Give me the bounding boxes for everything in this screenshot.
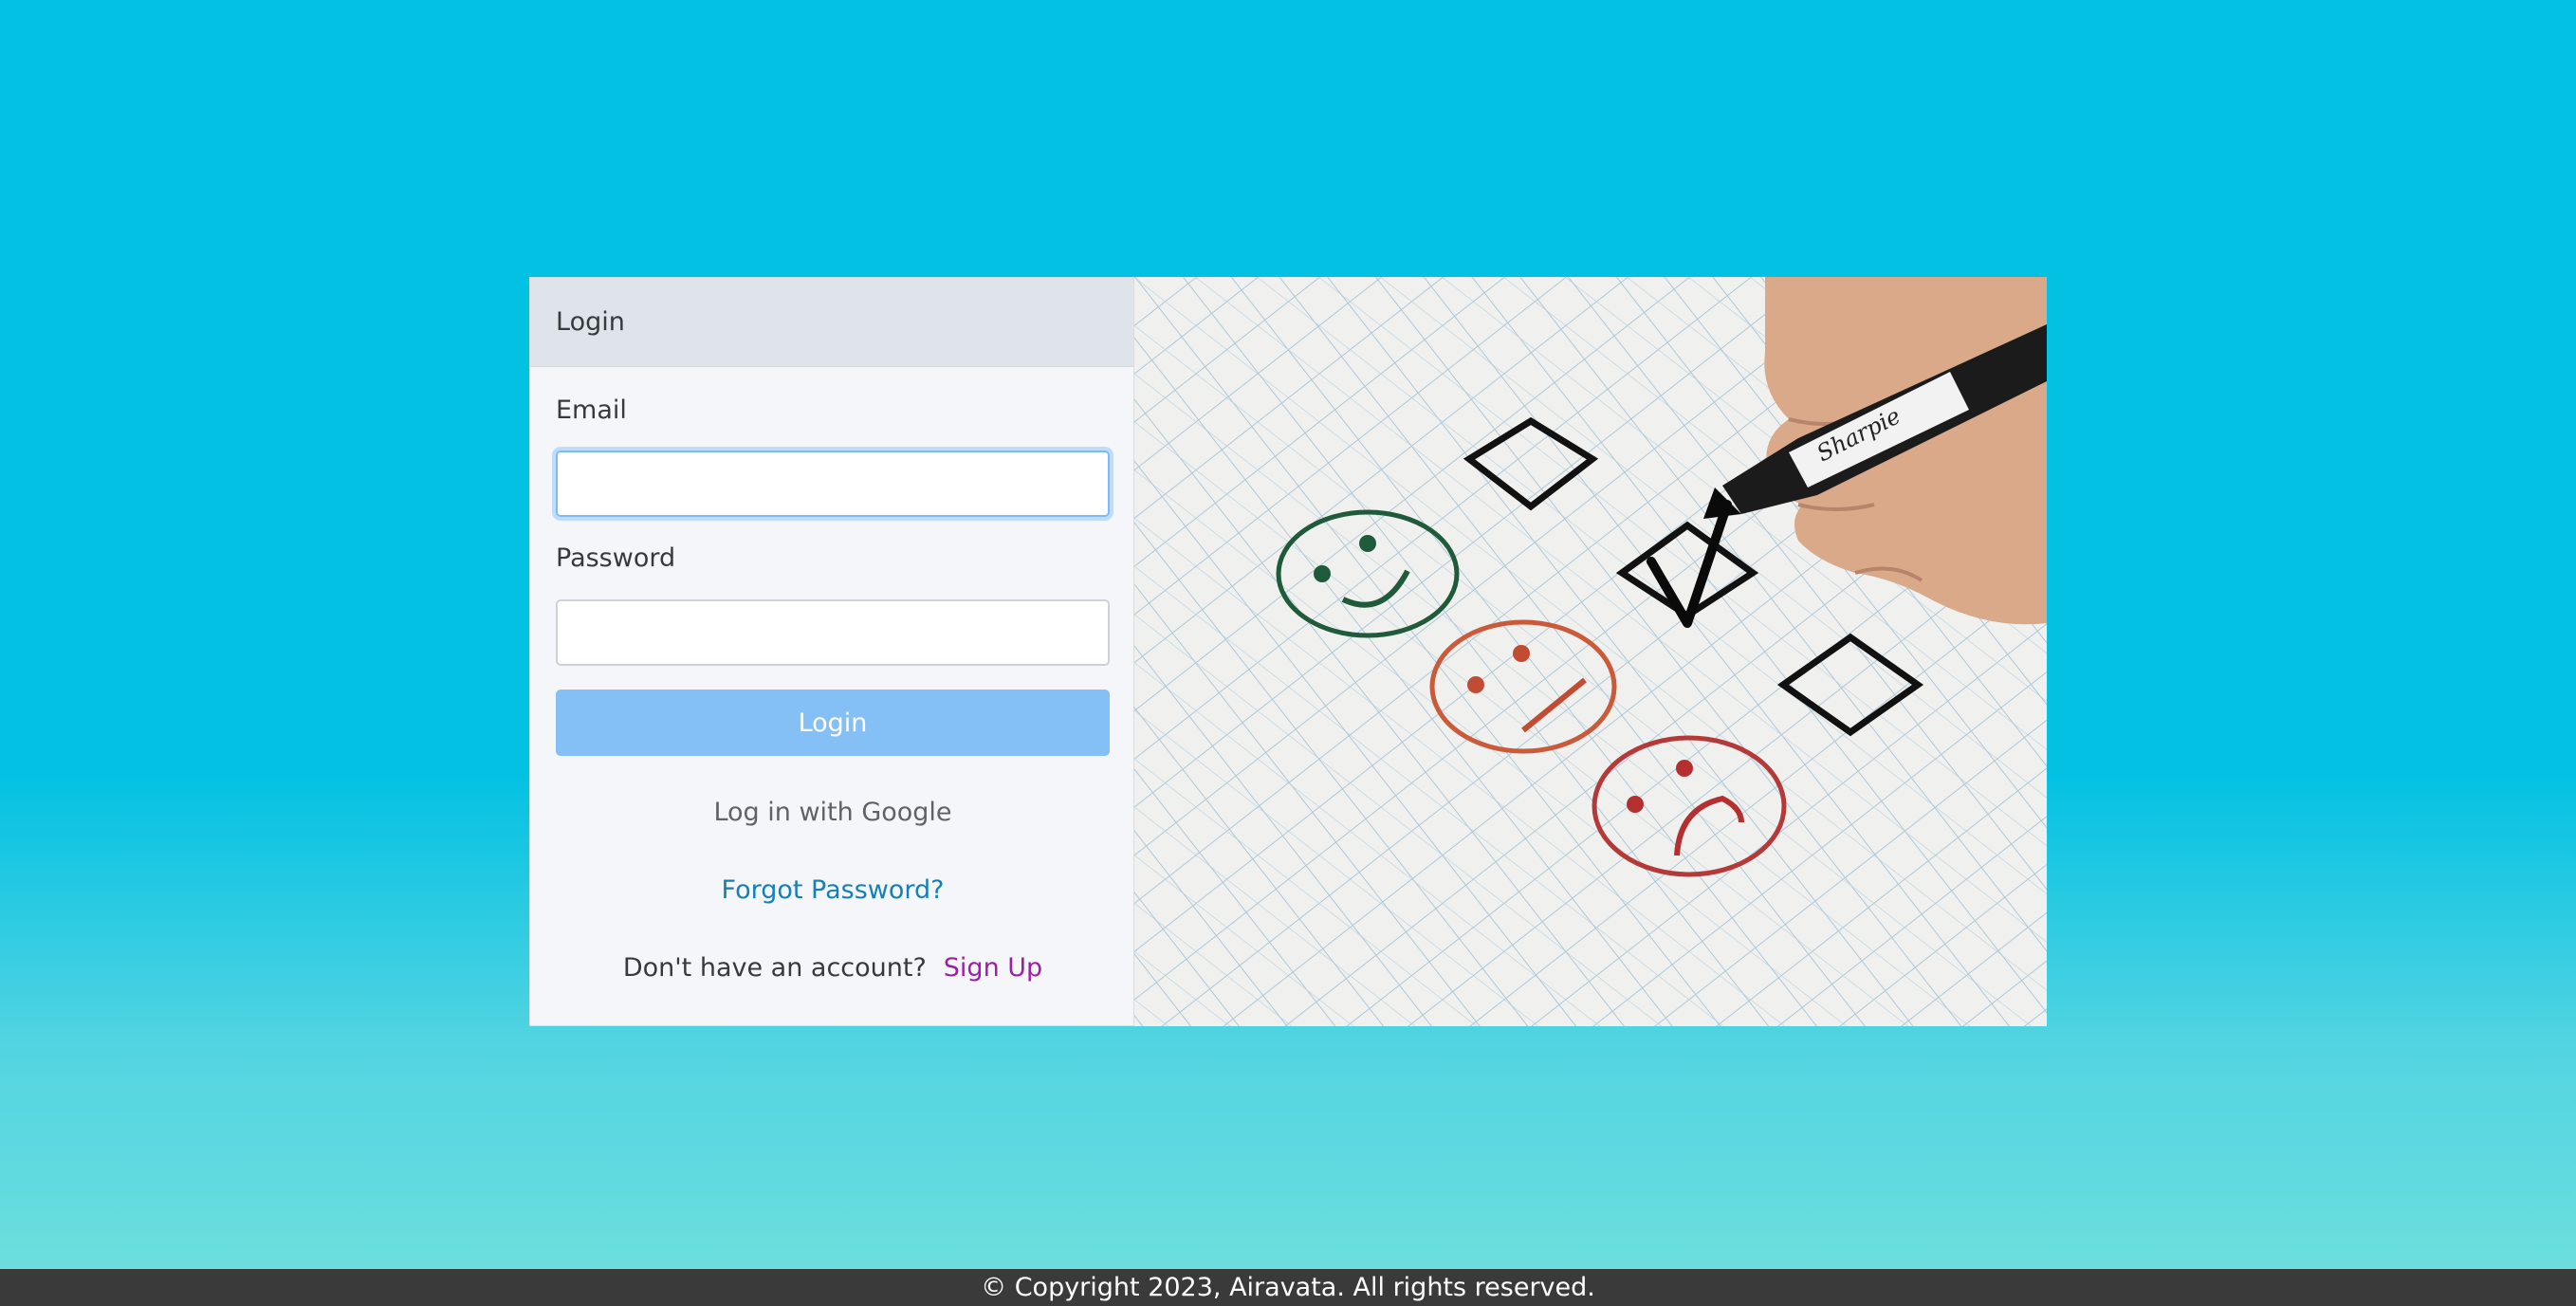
signup-link[interactable]: Sign Up	[944, 953, 1042, 983]
footer-copyright: © Copyright 2023, Airavata. All rights r…	[981, 1273, 1595, 1302]
google-login-link[interactable]: Log in with Google	[713, 798, 951, 827]
login-card: Login Email Password Login Log in with G…	[529, 277, 2047, 1026]
login-button[interactable]: Login	[556, 690, 1110, 756]
login-header-title: Login	[556, 307, 625, 337]
password-label: Password	[556, 543, 676, 573]
feedback-illustration-svg: Sharpie	[1134, 277, 2047, 1026]
login-panel: Login Email Password Login Log in with G…	[529, 277, 1134, 1026]
login-header: Login	[530, 278, 1133, 367]
forgot-password-link[interactable]: Forgot Password?	[722, 875, 945, 905]
no-account-text: Don't have an account?	[622, 953, 927, 983]
google-login-row: Log in with Google	[530, 798, 1135, 827]
forgot-password-row: Forgot Password?	[530, 875, 1135, 905]
password-input[interactable]	[556, 599, 1110, 666]
email-input[interactable]	[556, 451, 1110, 517]
signup-row: Don't have an account? Sign Up	[530, 953, 1135, 983]
footer: © Copyright 2023, Airavata. All rights r…	[0, 1269, 2576, 1306]
email-label: Email	[556, 395, 627, 425]
feedback-illustration: Sharpie	[1134, 277, 2047, 1026]
